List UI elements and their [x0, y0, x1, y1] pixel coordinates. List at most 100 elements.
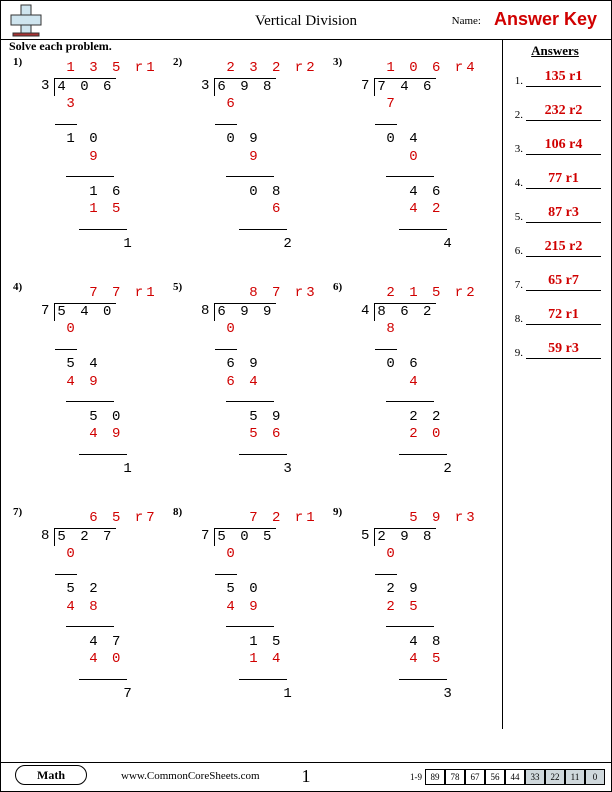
subtraction-rule	[201, 616, 318, 634]
answer-row: 6.215 r2	[509, 239, 601, 257]
subtraction-rule	[361, 339, 478, 357]
problem-cell: 3) 1 0 6 r477 4 6 7 0 4 0 4 6 4 2 4	[331, 56, 491, 281]
answer-value: 77 r1	[526, 171, 601, 189]
subject-pill: Math	[15, 765, 87, 785]
score-box: 44	[505, 769, 525, 785]
work-step: 6 4	[201, 374, 318, 392]
score-box: 89	[425, 769, 445, 785]
answer-number: 2.	[509, 109, 526, 121]
work-step: 0	[361, 149, 478, 167]
problem-cell: 9) 5 9 r352 9 8 0 2 9 2 5 4 8 4 5 3	[331, 506, 491, 731]
problem-number: 2)	[173, 56, 182, 68]
problem-number: 5)	[173, 281, 182, 293]
work-step: 5 9	[201, 409, 318, 427]
subtraction-rule	[201, 219, 318, 237]
quotient: 5 9 r3	[361, 510, 478, 528]
problem-number: 8)	[173, 506, 182, 518]
problem-cell: 4) 7 7 r175 4 0 0 5 4 4 9 5 0 4 9 1	[11, 281, 171, 506]
answer-row: 7.65 r7	[509, 273, 601, 291]
work-step: 3	[41, 96, 158, 114]
answer-key-label: Answer Key	[494, 9, 597, 30]
quotient: 7 7 r1	[41, 285, 158, 303]
problem-cell: 2) 2 3 2 r236 9 8 6 0 9 9 0 8 6 2	[171, 56, 331, 281]
dividend: 6 9 9	[214, 303, 276, 322]
long-division: 6 5 r785 2 7 0 5 2 4 8 4 7 4 0 7	[41, 510, 158, 704]
divisor: 5	[361, 528, 374, 546]
work-step: 4 8	[41, 599, 158, 617]
work-step: 6 9	[201, 356, 318, 374]
score-box: 67	[465, 769, 485, 785]
subtraction-rule	[361, 219, 478, 237]
problem-cell: 8) 7 2 r175 0 5 0 5 0 4 9 1 5 1 4 1	[171, 506, 331, 731]
subtraction-rule	[41, 114, 158, 132]
problem-number: 3)	[333, 56, 342, 68]
score-box: 56	[485, 769, 505, 785]
score-box: 78	[445, 769, 465, 785]
work-step: 4 7	[41, 634, 158, 652]
answer-row: 5.87 r3	[509, 205, 601, 223]
subtraction-rule	[41, 166, 158, 184]
work-step: 2 9	[361, 581, 478, 599]
score-box: 33	[525, 769, 545, 785]
problem-cell: 6) 2 1 5 r248 6 2 8 0 6 4 2 2 2 0 2	[331, 281, 491, 506]
work-step: 5 4	[41, 356, 158, 374]
answer-value: 232 r2	[526, 103, 601, 121]
division-row: 75 4 0	[41, 303, 158, 322]
subtraction-rule	[201, 564, 318, 582]
division-row: 36 9 8	[201, 78, 318, 97]
divisor: 8	[41, 528, 54, 546]
quotient: 2 3 2 r2	[201, 60, 318, 78]
work-step: 4 2	[361, 201, 478, 219]
score-box: 0	[585, 769, 605, 785]
divisor: 7	[201, 528, 214, 546]
answer-number: 5.	[509, 211, 526, 223]
work-step: 0 4	[361, 131, 478, 149]
subtraction-rule	[361, 669, 478, 687]
division-row: 86 9 9	[201, 303, 318, 322]
long-division: 2 3 2 r236 9 8 6 0 9 9 0 8 6 2	[201, 60, 318, 254]
subtraction-rule	[41, 391, 158, 409]
answer-value: 106 r4	[526, 137, 601, 155]
quotient: 6 5 r7	[41, 510, 158, 528]
dividend: 2 9 8	[374, 528, 436, 547]
work-step: 4 8	[361, 634, 478, 652]
subtraction-rule	[201, 339, 318, 357]
work-step: 3	[361, 686, 478, 704]
answer-number: 9.	[509, 347, 526, 359]
subtraction-rule	[41, 444, 158, 462]
work-step: 9	[41, 149, 158, 167]
answer-number: 6.	[509, 245, 526, 257]
answer-number: 1.	[509, 75, 526, 87]
problem-number: 1)	[13, 56, 22, 68]
answer-number: 8.	[509, 313, 526, 325]
answer-row: 8.72 r1	[509, 307, 601, 325]
division-row: 75 0 5	[201, 528, 318, 547]
dividend: 8 6 2	[374, 303, 436, 322]
work-step: 2 5	[361, 599, 478, 617]
long-division: 2 1 5 r248 6 2 8 0 6 4 2 2 2 0 2	[361, 285, 478, 479]
work-step: 1	[41, 461, 158, 479]
work-step: 1	[41, 236, 158, 254]
subtraction-rule	[201, 444, 318, 462]
answer-row: 4.77 r1	[509, 171, 601, 189]
subtraction-rule	[361, 166, 478, 184]
divisor: 8	[201, 303, 214, 321]
score-box: 22	[545, 769, 565, 785]
problem-number: 6)	[333, 281, 342, 293]
answer-number: 4.	[509, 177, 526, 189]
problem-cell: 5) 8 7 r386 9 9 0 6 9 6 4 5 9 5 6 3	[171, 281, 331, 506]
work-step: 0	[201, 546, 318, 564]
work-step: 0	[41, 546, 158, 564]
work-step: 0 6	[361, 356, 478, 374]
work-step: 4 9	[41, 426, 158, 444]
score-box: 11	[565, 769, 585, 785]
work-step: 7	[41, 686, 158, 704]
work-step: 1 5	[41, 201, 158, 219]
division-row: 52 9 8	[361, 528, 478, 547]
answer-row: 2.232 r2	[509, 103, 601, 121]
answer-value: 135 r1	[526, 69, 601, 87]
work-step: 6	[201, 201, 318, 219]
problems-grid: 1) 1 3 5 r134 0 6 3 1 0 9 1 6 1 5 12) 2 …	[11, 56, 491, 731]
work-step: 4 6	[361, 184, 478, 202]
work-step: 4 9	[41, 374, 158, 392]
